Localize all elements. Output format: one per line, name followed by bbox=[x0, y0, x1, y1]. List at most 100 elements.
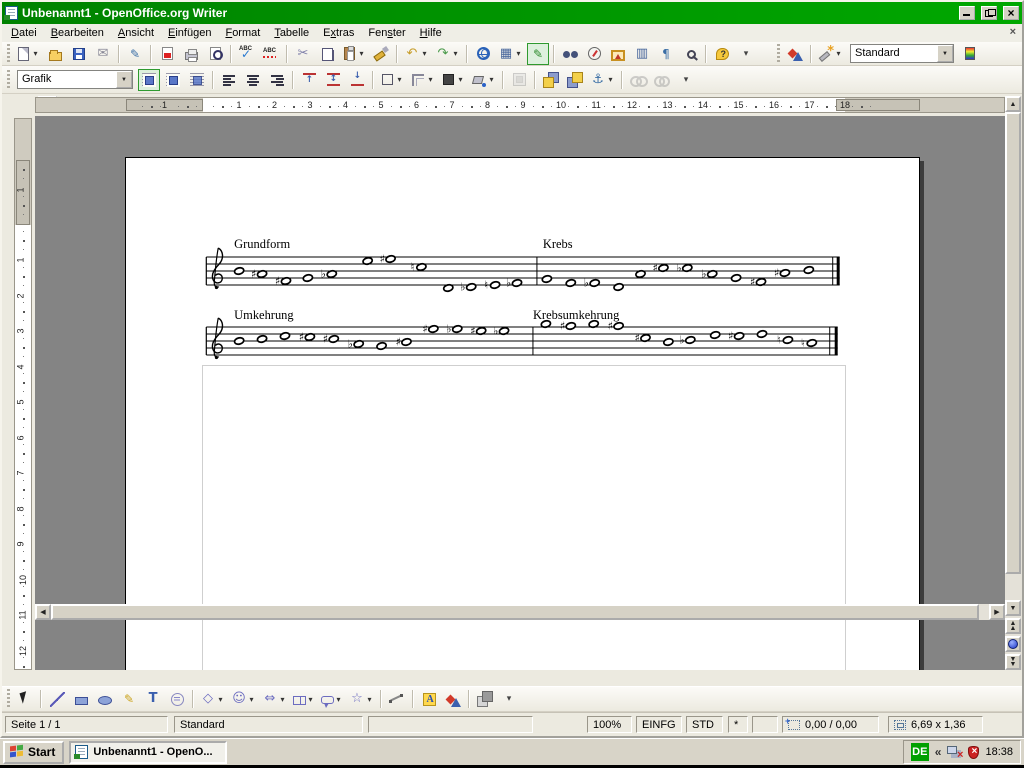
save-button[interactable] bbox=[68, 43, 90, 65]
cut-button[interactable]: ✂ bbox=[292, 43, 314, 65]
borders-dropdown-icon[interactable] bbox=[395, 75, 404, 84]
block-arrows-button[interactable]: ⇔ bbox=[260, 688, 289, 710]
callouts-button[interactable] bbox=[319, 688, 345, 710]
freeform-line-button[interactable]: ✎ bbox=[118, 688, 140, 710]
menu-extras[interactable]: Extras bbox=[316, 26, 361, 40]
style-combo[interactable]: Standard bbox=[850, 44, 954, 63]
vertical-ruler[interactable]: 1123456789101112 bbox=[14, 118, 32, 670]
scroll-left-icon[interactable] bbox=[35, 604, 51, 620]
find-replace-button[interactable] bbox=[559, 43, 581, 65]
menu-einfgen[interactable]: Einfügen bbox=[161, 26, 218, 40]
redo-button[interactable]: ↷ bbox=[433, 43, 462, 65]
status-modified-flag[interactable]: * bbox=[728, 716, 748, 733]
new-document-button[interactable] bbox=[14, 43, 42, 65]
copy-button[interactable] bbox=[316, 43, 338, 65]
status-selection-mode[interactable]: STD bbox=[686, 716, 723, 733]
ellipse-button[interactable] bbox=[94, 688, 116, 710]
border-color-button[interactable] bbox=[439, 69, 467, 91]
align-left-button[interactable] bbox=[218, 69, 240, 91]
frame-properties-button[interactable] bbox=[508, 69, 530, 91]
minimize-icon[interactable] bbox=[959, 6, 975, 20]
previous-page-icon[interactable] bbox=[1005, 618, 1021, 634]
stars-dropdown-icon[interactable] bbox=[365, 695, 374, 704]
document-view[interactable]: GrundformKrebsUmkehrungKrebsumkehrung♯♯♭… bbox=[35, 116, 1005, 670]
block-arrows-dropdown-icon[interactable] bbox=[278, 695, 287, 704]
hyperlink-button[interactable] bbox=[472, 43, 494, 65]
menu-tabelle[interactable]: Tabelle bbox=[267, 26, 316, 40]
scroll-up-icon[interactable] bbox=[1005, 96, 1021, 112]
toolbar-options-button[interactable]: ▾ bbox=[498, 688, 520, 710]
rectangle-button[interactable] bbox=[70, 688, 92, 710]
toolbar-grip[interactable] bbox=[7, 689, 10, 709]
restore-icon[interactable] bbox=[981, 6, 997, 20]
basic-shapes-button[interactable]: ◇ bbox=[198, 688, 227, 710]
status-spare[interactable] bbox=[368, 716, 533, 733]
border-line-style-dropdown-icon[interactable] bbox=[426, 75, 435, 84]
horizontal-ruler[interactable]: 1123456789101112131415161718 bbox=[35, 97, 1005, 113]
document-as-email-button[interactable]: ✉ bbox=[92, 43, 114, 65]
menu-fenster[interactable]: Fenster bbox=[361, 26, 412, 40]
align-top-button[interactable] bbox=[298, 69, 320, 91]
menu-bearbeiten[interactable]: Bearbeiten bbox=[44, 26, 111, 40]
undo-button[interactable]: ↶ bbox=[402, 43, 431, 65]
draw-functions-button[interactable]: ✎ bbox=[527, 43, 549, 65]
autoformat-button[interactable] bbox=[816, 43, 845, 65]
align-middle-button[interactable] bbox=[322, 69, 344, 91]
status-page-style[interactable]: Standard bbox=[174, 716, 363, 733]
spellcheck-button[interactable] bbox=[236, 43, 258, 65]
toolbar-options-button[interactable]: ▾ bbox=[675, 69, 697, 91]
wrap-off-button[interactable] bbox=[138, 69, 160, 91]
menu-format[interactable]: Format bbox=[218, 26, 267, 40]
callouts-dropdown-icon[interactable] bbox=[334, 695, 343, 704]
task-button-writer[interactable]: Unbenannt1 - OpenO... bbox=[69, 741, 227, 764]
change-anchor-button[interactable]: ⚓ bbox=[588, 69, 617, 91]
scroll-right-icon[interactable] bbox=[989, 604, 1005, 620]
print-button[interactable] bbox=[180, 43, 202, 65]
align-right-button[interactable] bbox=[266, 69, 288, 91]
bring-to-front-button[interactable] bbox=[540, 69, 562, 91]
start-button[interactable]: Start bbox=[3, 741, 64, 764]
paste-button[interactable] bbox=[340, 43, 368, 65]
open-document-button[interactable] bbox=[44, 43, 66, 65]
align-center-button[interactable] bbox=[242, 69, 264, 91]
wrap-through-button[interactable] bbox=[186, 69, 208, 91]
music-graphic[interactable]: GrundformKrebsUmkehrungKrebsumkehrung♯♯♭… bbox=[35, 116, 1005, 670]
status-page-number[interactable]: Seite 1 / 1 bbox=[5, 716, 168, 733]
autoformat-dropdown-icon[interactable] bbox=[834, 49, 843, 58]
toolbar-grip[interactable] bbox=[777, 44, 780, 64]
close-icon[interactable] bbox=[1003, 6, 1019, 20]
auto-spellcheck-button[interactable] bbox=[260, 43, 282, 65]
vertical-scrollbar[interactable] bbox=[1005, 96, 1022, 670]
change-anchor-dropdown-icon[interactable] bbox=[606, 75, 615, 84]
show-draw-functions-button[interactable] bbox=[784, 43, 806, 65]
paste-dropdown-icon[interactable] bbox=[357, 49, 366, 58]
status-insert-mode[interactable]: EINFG bbox=[636, 716, 682, 733]
frame-style-combo[interactable]: Grafik bbox=[17, 70, 133, 89]
security-alert-icon[interactable] bbox=[968, 746, 979, 759]
gallery-button[interactable] bbox=[607, 43, 629, 65]
tray-expand-icon[interactable]: « bbox=[935, 745, 942, 759]
style-combo-dropdown-icon[interactable] bbox=[937, 45, 953, 62]
background-color-button[interactable] bbox=[469, 69, 498, 91]
zoom-button[interactable] bbox=[679, 43, 701, 65]
new-document-dropdown-icon[interactable] bbox=[31, 49, 40, 58]
extrusion-button[interactable] bbox=[474, 688, 496, 710]
title-bar[interactable]: Unbenannt1 - OpenOffice.org Writer bbox=[2, 2, 1022, 24]
symbol-shapes-dropdown-icon[interactable] bbox=[247, 695, 256, 704]
scroll-down-icon[interactable] bbox=[1005, 600, 1021, 616]
frame-style-combo-dropdown-icon[interactable] bbox=[116, 71, 132, 88]
wrap-page-button[interactable] bbox=[162, 69, 184, 91]
horizontal-scrollbar[interactable] bbox=[35, 604, 1005, 620]
status-spare-2[interactable] bbox=[752, 716, 778, 733]
undo-dropdown-icon[interactable] bbox=[420, 49, 429, 58]
fontwork-gallery-button[interactable] bbox=[418, 688, 440, 710]
toolbar-grip[interactable] bbox=[7, 44, 10, 64]
edit-points-button[interactable] bbox=[386, 688, 408, 710]
select-button[interactable] bbox=[14, 688, 36, 710]
help-button[interactable] bbox=[711, 43, 733, 65]
navigation-icon[interactable] bbox=[1005, 636, 1021, 652]
network-status-icon[interactable] bbox=[947, 746, 962, 758]
edit-file-button[interactable]: ✎ bbox=[124, 43, 146, 65]
status-zoom-level[interactable]: 100% bbox=[587, 716, 632, 733]
symbol-shapes-button[interactable]: ☺ bbox=[229, 688, 258, 710]
